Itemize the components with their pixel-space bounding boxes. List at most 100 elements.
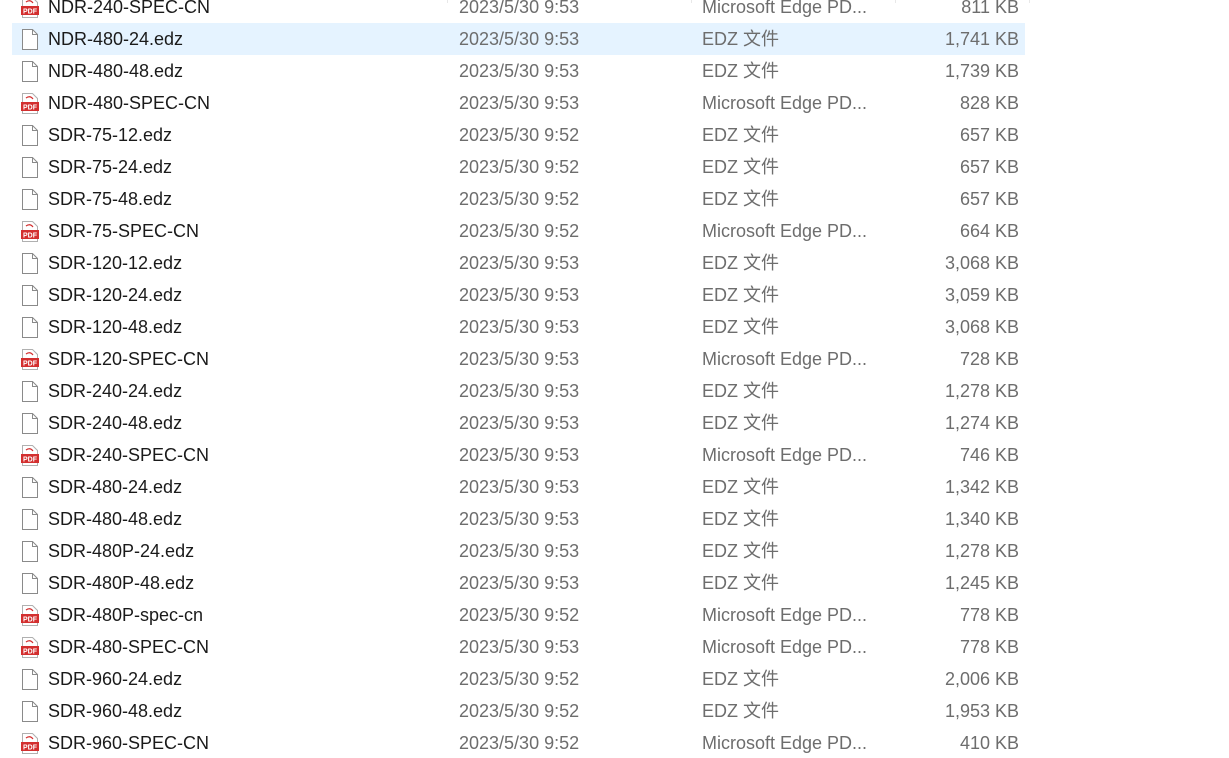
file-size: 1,274 KB [944,413,1019,433]
file-date-modified: 2023/5/30 9:53 [459,413,580,433]
file-row[interactable]: PDF SDR-960-SPEC-CN 2023/5/30 9:52 Micro… [0,727,1229,758]
file-type: EDZ 文件 [702,541,780,561]
file-row[interactable]: PDF SDR-75-SPEC-CN 2023/5/30 9:52 Micros… [0,215,1229,247]
file-size: 2,006 KB [944,669,1019,689]
file-type: EDZ 文件 [702,413,780,433]
file-row[interactable]: NDR-480-48.edz 2023/5/30 9:53 EDZ 文件 1,7… [0,55,1229,87]
file-row[interactable]: PDF SDR-120-SPEC-CN 2023/5/30 9:53 Micro… [0,343,1229,375]
file-row[interactable]: SDR-120-12.edz 2023/5/30 9:53 EDZ 文件 3,0… [0,247,1229,279]
file-date-modified: 2023/5/30 9:52 [459,221,580,241]
file-type: EDZ 文件 [702,509,780,529]
file-name: NDR-480-SPEC-CN [48,93,211,113]
file-name: SDR-480-24.edz [48,477,183,497]
svg-text:PDF: PDF [23,232,38,239]
file-row[interactable]: SDR-120-48.edz 2023/5/30 9:53 EDZ 文件 3,0… [0,311,1229,343]
pdf-icon: PDF [21,0,39,18]
file-name: SDR-480P-spec-cn [48,605,204,625]
file-type: EDZ 文件 [702,317,780,337]
file-size: 728 KB [959,349,1019,369]
file-date-modified: 2023/5/30 9:53 [459,0,580,17]
pdf-icon: PDF [21,605,39,626]
file-type: Microsoft Edge PD... [702,221,868,241]
file-size: 1,278 KB [944,541,1019,561]
file-date-modified: 2023/5/30 9:53 [459,445,580,465]
file-row[interactable]: SDR-480-24.edz 2023/5/30 9:53 EDZ 文件 1,3… [0,471,1229,503]
file-size: 1,245 KB [944,573,1019,593]
pdf-icon: PDF [21,637,39,658]
file-row[interactable]: PDF SDR-480-SPEC-CN 2023/5/30 9:53 Micro… [0,631,1229,663]
file-date-modified: 2023/5/30 9:52 [459,189,580,209]
file-size: 1,739 KB [944,61,1019,81]
file-type: EDZ 文件 [702,285,780,305]
file-type: Microsoft Edge PD... [702,0,868,17]
file-type: EDZ 文件 [702,253,780,273]
file-icon [21,413,39,434]
file-row[interactable]: SDR-960-24.edz 2023/5/30 9:52 EDZ 文件 2,0… [0,663,1229,695]
svg-text:PDF: PDF [23,8,38,15]
file-date-modified: 2023/5/30 9:52 [459,733,580,753]
file-type: Microsoft Edge PD... [702,733,868,753]
file-date-modified: 2023/5/30 9:52 [459,125,580,145]
file-row[interactable]: PDF SDR-240-SPEC-CN 2023/5/30 9:53 Micro… [0,439,1229,471]
file-date-modified: 2023/5/30 9:53 [459,477,580,497]
file-name: SDR-75-24.edz [48,157,173,177]
file-size: 657 KB [959,157,1019,177]
file-date-modified: 2023/5/30 9:53 [459,509,580,529]
file-size: 1,953 KB [944,701,1019,721]
file-date-modified: 2023/5/30 9:53 [459,637,580,657]
file-list: PDF NDR-240-SPEC-CN 2023/5/30 9:53 Micro… [0,0,1229,758]
file-name: NDR-480-24.edz [48,29,184,49]
file-name: SDR-240-48.edz [48,413,183,433]
file-size: 657 KB [959,125,1019,145]
pdf-icon: PDF [21,93,39,114]
file-name: SDR-120-12.edz [48,253,183,273]
file-size: 664 KB [959,221,1019,241]
file-name: SDR-960-24.edz [48,669,183,689]
file-type: EDZ 文件 [702,61,780,81]
file-icon [21,285,39,306]
file-name: SDR-240-24.edz [48,381,183,401]
file-row[interactable]: SDR-960-48.edz 2023/5/30 9:52 EDZ 文件 1,9… [0,695,1229,727]
file-icon [21,477,39,498]
file-row[interactable]: SDR-240-24.edz 2023/5/30 9:53 EDZ 文件 1,2… [0,375,1229,407]
file-row[interactable]: NDR-480-24.edz 2023/5/30 9:53 EDZ 文件 1,7… [0,23,1229,55]
file-row[interactable]: SDR-480P-48.edz 2023/5/30 9:53 EDZ 文件 1,… [0,567,1229,599]
file-size: 828 KB [959,93,1019,113]
file-row[interactable]: PDF NDR-240-SPEC-CN 2023/5/30 9:53 Micro… [0,0,1229,23]
file-type: EDZ 文件 [702,701,780,721]
file-type: EDZ 文件 [702,157,780,177]
file-date-modified: 2023/5/30 9:52 [459,701,580,721]
file-type: EDZ 文件 [702,189,780,209]
file-size: 811 KB [961,0,1019,17]
svg-text:PDF: PDF [23,744,38,751]
pdf-icon: PDF [21,349,39,370]
file-row[interactable]: SDR-75-48.edz 2023/5/30 9:52 EDZ 文件 657 … [0,183,1229,215]
file-name: SDR-75-SPEC-CN [48,221,200,241]
file-icon [21,29,39,50]
file-row[interactable]: SDR-75-24.edz 2023/5/30 9:52 EDZ 文件 657 … [0,151,1229,183]
file-icon [21,61,39,82]
file-icon [21,541,39,562]
file-row[interactable]: SDR-480-48.edz 2023/5/30 9:53 EDZ 文件 1,3… [0,503,1229,535]
file-row[interactable]: SDR-75-12.edz 2023/5/30 9:52 EDZ 文件 657 … [0,119,1229,151]
file-row[interactable]: PDF SDR-480P-spec-cn 2023/5/30 9:52 Micr… [0,599,1229,631]
file-size: 3,068 KB [944,317,1019,337]
file-row[interactable]: PDF NDR-480-SPEC-CN 2023/5/30 9:53 Micro… [0,87,1229,119]
file-icon [21,701,39,722]
pdf-icon: PDF [21,733,39,754]
file-row[interactable]: SDR-120-24.edz 2023/5/30 9:53 EDZ 文件 3,0… [0,279,1229,311]
file-icon [21,317,39,338]
file-icon [21,157,39,178]
file-date-modified: 2023/5/30 9:53 [459,541,580,561]
file-size: 778 KB [959,605,1019,625]
file-row[interactable]: SDR-240-48.edz 2023/5/30 9:53 EDZ 文件 1,2… [0,407,1229,439]
file-row[interactable]: SDR-480P-24.edz 2023/5/30 9:53 EDZ 文件 1,… [0,535,1229,567]
file-name: NDR-480-48.edz [48,61,184,81]
file-name: SDR-480-SPEC-CN [48,637,210,657]
file-size: 3,068 KB [944,253,1019,273]
svg-text:PDF: PDF [23,104,38,111]
file-icon [21,125,39,146]
file-size: 778 KB [959,637,1019,657]
file-size: 3,059 KB [944,285,1019,305]
file-type: EDZ 文件 [702,29,780,49]
